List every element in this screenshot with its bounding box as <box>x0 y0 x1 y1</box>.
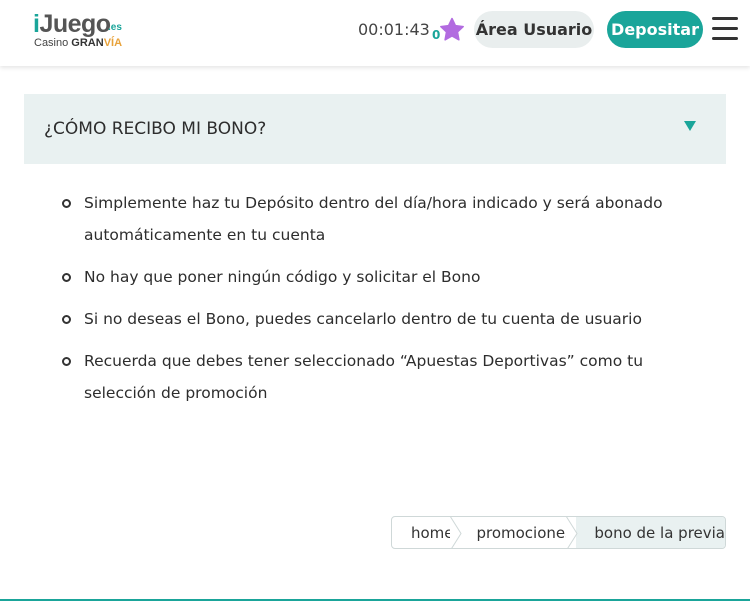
site-header: iJuego .es Casino GRANVÍA 00:01:43 0 Áre… <box>0 0 750 66</box>
breadcrumb: home promociones bono de la previa <box>391 516 726 549</box>
triangle-down-icon[interactable] <box>681 117 699 135</box>
bullet-circle-icon <box>62 357 71 366</box>
logo-wordmark: iJuego <box>33 10 111 38</box>
breadcrumb-current-page: bono de la previa <box>576 517 725 548</box>
list-item: Recuerda que debes tener seleccionado “A… <box>62 345 702 409</box>
chevron-right-icon <box>450 517 463 548</box>
list-item: Simplemente haz tu Depósito dentro del d… <box>62 187 702 251</box>
bullet-circle-icon <box>62 199 71 208</box>
list-item: Si no deseas el Bono, puedes cancelarlo … <box>62 303 702 335</box>
hamburger-menu-icon[interactable] <box>712 17 738 41</box>
area-usuario-button[interactable]: Área Usuario <box>474 11 594 48</box>
ijuego-casino-granvia-logo[interactable]: iJuego .es Casino GRANVÍA <box>33 10 133 52</box>
star-icon[interactable] <box>439 17 465 42</box>
breadcrumb-promociones-link[interactable]: promociones <box>460 517 578 548</box>
logo-tld: .es <box>108 22 122 33</box>
chevron-right-icon <box>566 517 578 548</box>
bullet-circle-icon <box>62 315 71 324</box>
faq-answer-list: Simplemente haz tu Depósito dentro del d… <box>62 187 702 419</box>
faq-title: ¿CÓMO RECIBO MI BONO? <box>44 119 267 139</box>
faq-accordion-header[interactable]: ¿CÓMO RECIBO MI BONO? <box>24 94 726 164</box>
session-timer: 00:01:43 <box>358 20 430 39</box>
depositar-button[interactable]: Depositar <box>607 11 703 48</box>
list-item: No hay que poner ningún código y solicit… <box>62 261 702 293</box>
logo-subtitle: Casino GRANVÍA <box>34 37 123 49</box>
breadcrumb-home-link[interactable]: home <box>392 517 463 548</box>
bullet-circle-icon <box>62 273 71 282</box>
